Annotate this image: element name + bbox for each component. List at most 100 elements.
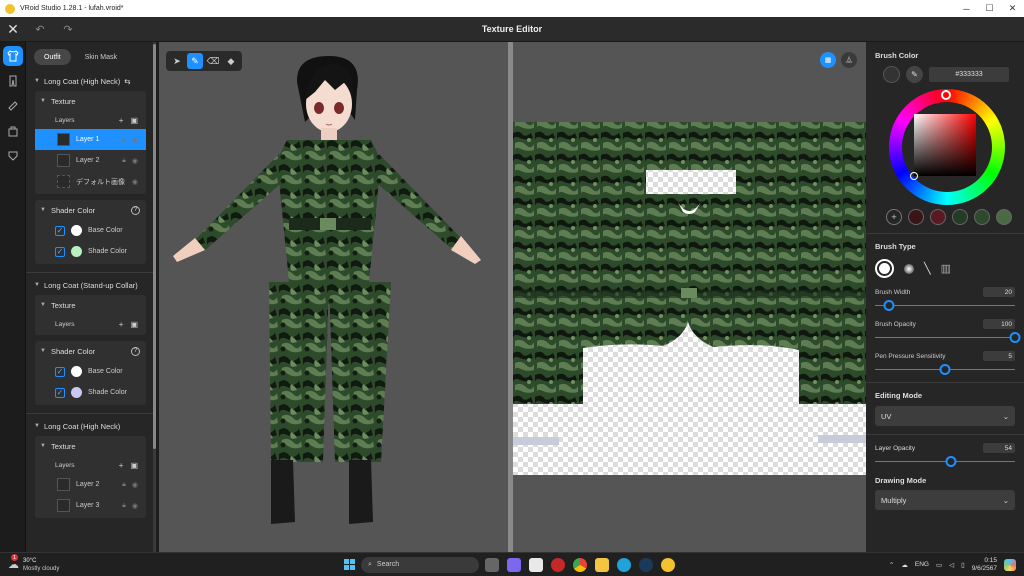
drawing-mode-select[interactable]: Multiply ⌄	[875, 490, 1015, 510]
base-color-row[interactable]: ✓ Base Color	[35, 220, 146, 241]
lock-icon[interactable]: 🔒︎	[122, 157, 126, 165]
add-layer-icon[interactable]: +	[119, 461, 124, 470]
help-icon[interactable]: ?	[131, 346, 140, 356]
help-icon[interactable]: ?	[131, 205, 140, 215]
brush-opacity-slider[interactable]	[875, 332, 1021, 343]
brush-tool-button[interactable]: ✎	[187, 53, 203, 69]
other-category-button[interactable]	[3, 146, 23, 166]
lock-icon[interactable]: 🔒︎	[122, 481, 126, 489]
base-color-row[interactable]: ✓ Base Color	[35, 361, 146, 382]
image-layer-icon[interactable]: ▣	[130, 116, 138, 125]
lock-icon[interactable]: 🔒︎	[122, 136, 126, 144]
battery-icon[interactable]: ▯	[961, 561, 965, 569]
color-wheel[interactable]	[889, 89, 1005, 205]
pen-brush-button[interactable]: ╲	[924, 262, 931, 275]
pen-pressure-value[interactable]: 5	[983, 351, 1015, 361]
chrome-icon[interactable]	[573, 557, 587, 572]
add-preset-button[interactable]: +	[886, 209, 902, 225]
hex-input[interactable]: #333333	[929, 67, 1009, 82]
shader-card-header[interactable]: ▼ Shader Color ?	[35, 341, 146, 361]
mirror-toggle-button[interactable]: ⏅	[841, 52, 857, 68]
brush-width-slider[interactable]	[875, 300, 1015, 311]
pants-category-button[interactable]	[3, 71, 23, 91]
slider-knob[interactable]	[939, 364, 951, 375]
visibility-icon[interactable]: ◉	[132, 178, 138, 186]
color-preset-swatch[interactable]	[930, 209, 946, 225]
add-layer-icon[interactable]: +	[119, 320, 124, 329]
shade-color-swatch[interactable]	[71, 387, 82, 398]
layer-item[interactable]: Layer 1 🔒︎ ◉	[35, 129, 146, 150]
maximize-button[interactable]: ☐	[978, 0, 1001, 17]
eyedropper-icon[interactable]: ✎	[906, 66, 923, 83]
fill-tool-button[interactable]: ◆	[223, 53, 239, 69]
shader-card-header[interactable]: ▼ Shader Color ?	[35, 200, 146, 220]
shade-color-checkbox[interactable]: ✓	[55, 387, 65, 398]
file-explorer-icon[interactable]	[595, 557, 609, 572]
brush-opacity-value[interactable]: 100	[983, 319, 1015, 329]
redo-button[interactable]: ↷	[54, 23, 82, 36]
close-window-button[interactable]: ✕	[1001, 0, 1024, 17]
visibility-icon[interactable]: ◉	[132, 136, 138, 144]
left-panel-scrollbar[interactable]	[153, 42, 156, 552]
visibility-icon[interactable]: ◉	[132, 502, 138, 510]
layer-opacity-slider[interactable]	[875, 456, 1015, 467]
volume-icon[interactable]: ◁	[949, 561, 954, 569]
section-header[interactable]: ▼ Long Coat (Stand-up Collar)	[26, 275, 156, 295]
shade-color-swatch[interactable]	[71, 246, 82, 257]
color-preset-swatch[interactable]	[996, 209, 1012, 225]
layer-item[interactable]: Layer 3 🔒︎ ◉	[35, 495, 146, 516]
sv-handle[interactable]	[910, 172, 918, 180]
image-layer-icon[interactable]: ▣	[130, 461, 138, 470]
3d-viewport[interactable]	[159, 42, 508, 552]
outfit-category-button[interactable]	[3, 46, 23, 66]
tab-outfit[interactable]: Outfit	[34, 49, 71, 65]
tab-skin-mask[interactable]: Skin Mask	[75, 49, 127, 65]
undo-button[interactable]: ↶	[26, 23, 54, 36]
current-color-swatch[interactable]	[883, 66, 900, 83]
section-header[interactable]: ▼ Long Coat (High Neck) ⇆	[26, 71, 156, 91]
task-view-icon[interactable]	[485, 557, 499, 572]
weather-widget[interactable]: ☁ 1 30°C Mostly cloudy	[0, 554, 120, 573]
swap-icon[interactable]: ⇆	[124, 77, 130, 86]
slider-knob[interactable]	[945, 456, 957, 467]
image-layer-icon[interactable]: ▣	[130, 320, 138, 329]
soft-brush-button[interactable]	[904, 263, 914, 274]
texture-card-header[interactable]: ▼ Texture	[35, 436, 146, 456]
slider-knob[interactable]	[1009, 332, 1021, 343]
store-icon[interactable]	[529, 557, 543, 572]
notifications-icon[interactable]	[1004, 558, 1016, 571]
color-preset-swatch[interactable]	[974, 209, 990, 225]
texture-card-header[interactable]: ▼ Texture	[35, 295, 146, 315]
saturation-value-square[interactable]	[914, 114, 976, 176]
pen-pressure-slider[interactable]	[875, 364, 1015, 375]
hard-brush-button[interactable]	[875, 259, 894, 278]
layer-item[interactable]: デフォルト画像 ◉	[35, 171, 146, 192]
brush-width-value[interactable]: 20	[983, 287, 1015, 297]
onedrive-icon[interactable]: ☁	[901, 561, 908, 569]
minimize-button[interactable]: ─	[955, 0, 978, 17]
section-header[interactable]: ▼ Long Coat (High Neck)	[26, 416, 156, 436]
clock[interactable]: 0:15 9/6/2567	[972, 557, 997, 573]
edge-icon[interactable]	[617, 557, 631, 572]
eraser-tool-button[interactable]: ⌫	[205, 53, 221, 69]
chevron-up-icon[interactable]: ⌃	[889, 561, 894, 569]
texture-card-header[interactable]: ▼ Texture	[35, 91, 146, 111]
color-preset-swatch[interactable]	[952, 209, 968, 225]
color-preset-swatch[interactable]	[908, 209, 924, 225]
network-icon[interactable]: ▭	[936, 561, 942, 569]
steam-icon[interactable]	[639, 557, 653, 572]
windows-start-icon[interactable]	[344, 559, 355, 570]
visibility-icon[interactable]: ◉	[132, 157, 138, 165]
editing-mode-select[interactable]: UV ⌄	[875, 406, 1015, 426]
shoes-category-button[interactable]	[3, 96, 23, 116]
slider-knob[interactable]	[883, 300, 895, 311]
app-icon-red[interactable]	[551, 557, 565, 572]
select-tool-button[interactable]: ➤	[169, 53, 185, 69]
shade-color-row[interactable]: ✓ Shade Color	[35, 241, 146, 262]
accessory-category-button[interactable]	[3, 121, 23, 141]
language-indicator[interactable]: ENG	[915, 561, 929, 568]
layer-opacity-value[interactable]: 54	[983, 443, 1015, 453]
shade-color-row[interactable]: ✓ Shade Color	[35, 382, 146, 403]
visibility-icon[interactable]: ◉	[132, 481, 138, 489]
base-color-checkbox[interactable]: ✓	[55, 225, 65, 236]
